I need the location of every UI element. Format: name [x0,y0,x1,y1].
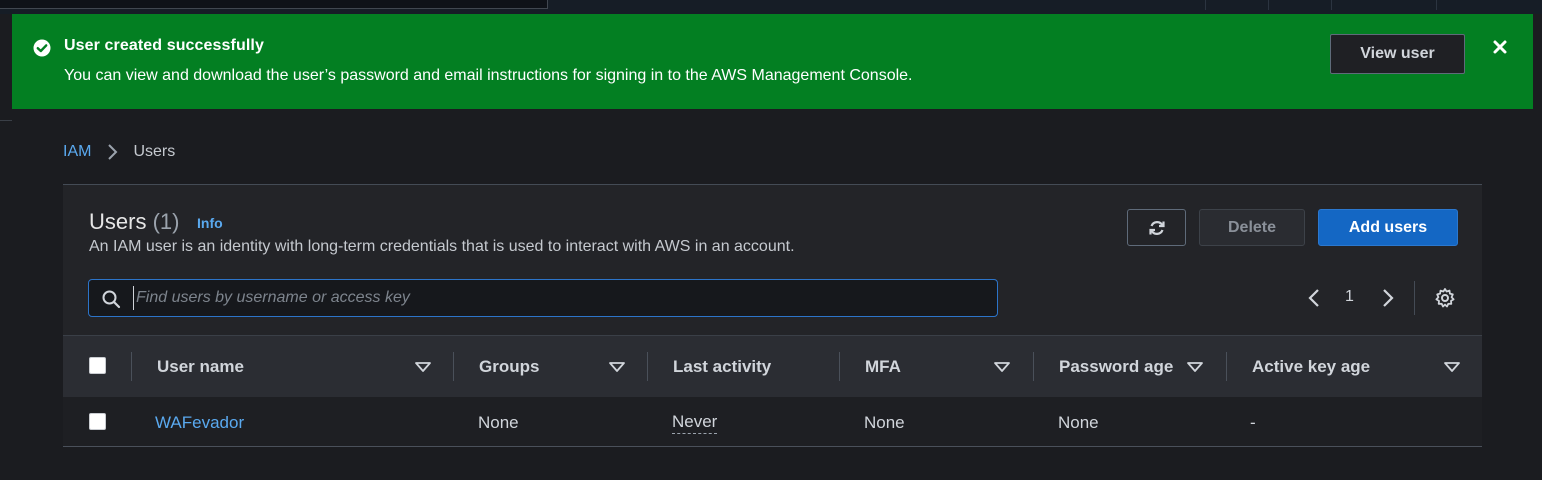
flash-title: User created successfully [64,37,264,54]
sort-down-icon[interactable] [1187,362,1203,372]
column-header-label: Groups [479,356,540,376]
top-search-area[interactable] [0,0,548,9]
column-header-label: Active key age [1252,356,1371,376]
users-heading: Users [89,209,147,234]
sort-down-icon[interactable] [1444,362,1460,372]
chevron-right-icon [108,144,118,160]
column-header-active-key-age[interactable]: Active key age [1252,336,1472,397]
column-header-groups[interactable]: Groups [479,336,649,397]
refresh-button[interactable] [1127,209,1186,246]
chevron-left-icon[interactable] [1304,286,1324,310]
column-divider [839,352,840,381]
column-header-user-name[interactable]: User name [157,336,437,397]
breadcrumb-iam-link[interactable]: IAM [63,143,91,161]
groups-cell: None [478,413,519,432]
info-link[interactable]: Info [197,215,223,231]
current-page-number[interactable]: 1 [1345,288,1354,306]
delete-button[interactable]: Delete [1199,209,1305,246]
column-divider [453,352,454,381]
active-key-age-cell: - [1250,413,1256,432]
breadcrumb-current: Users [133,143,176,160]
table-row: WAFevador None Never None None - [63,397,1482,447]
pagination-divider [1414,281,1415,315]
page-title: Users (1) [89,209,179,235]
column-divider [647,352,648,381]
password-age-cell: None [1058,413,1099,432]
sort-down-icon[interactable] [415,362,431,372]
users-description: An IAM user is an identity with long-ter… [89,238,795,255]
topbar-divider [1268,0,1269,10]
search-input[interactable] [133,286,983,310]
topbar-divider [1331,0,1332,10]
last-activity-cell[interactable]: Never [672,412,718,434]
column-divider [1033,352,1034,381]
table-header: User name Groups Last activity MFA Passw… [63,335,1482,397]
topbar-divider [1205,0,1206,10]
gear-icon[interactable] [1434,287,1456,309]
search-icon [102,290,121,309]
column-header-label: Password age [1059,356,1174,376]
users-table-panel: Users (1) Info An IAM user is an identit… [63,185,1482,447]
column-header-last-activity[interactable]: Last activity [673,336,833,397]
select-all-checkbox[interactable] [89,357,106,374]
refresh-icon [1148,221,1165,235]
search-box [88,279,998,317]
column-header-label: Last activity [673,356,772,376]
success-flash-banner: User created successfully You can view a… [12,14,1533,109]
sort-down-icon[interactable] [994,362,1010,372]
top-navigation-bar [0,0,1542,14]
topbar-divider [1436,0,1437,10]
mfa-cell: None [864,413,905,432]
add-users-button[interactable]: Add users [1318,209,1458,246]
column-divider [131,352,132,381]
users-count: (1) [152,209,180,234]
chevron-right-icon[interactable] [1378,286,1398,310]
column-header-label: User name [157,356,244,376]
flash-message: You can view and download the user’s pas… [64,67,913,84]
row-select-checkbox[interactable] [89,413,106,430]
close-icon[interactable] [1491,38,1509,56]
view-user-button[interactable]: View user [1330,34,1465,74]
side-nav-edge [0,120,12,121]
column-header-mfa[interactable]: MFA [865,336,1035,397]
breadcrumb: IAM Users [63,143,175,161]
sort-down-icon[interactable] [609,362,625,372]
column-header-password-age[interactable]: Password age [1059,336,1229,397]
check-circle-icon [33,39,51,57]
column-divider [1226,352,1227,381]
column-header-label: MFA [865,356,901,376]
user-name-link[interactable]: WAFevador [155,413,244,433]
